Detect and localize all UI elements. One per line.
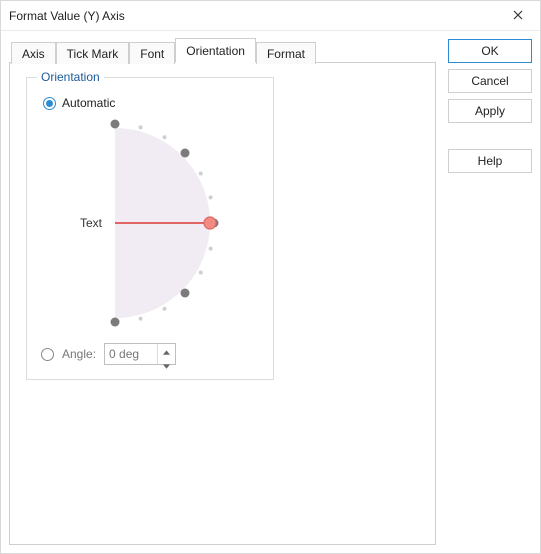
tab-orientation[interactable]: Orientation	[175, 38, 256, 63]
tab-label: Axis	[22, 47, 45, 61]
automatic-radio[interactable]	[43, 97, 56, 110]
button-column: OK Cancel Apply Help	[436, 39, 532, 545]
tab-label: Font	[140, 47, 164, 61]
button-label: Help	[478, 154, 503, 168]
angle-input[interactable]	[105, 344, 157, 364]
angle-dial[interactable]: Text	[55, 118, 245, 331]
cancel-button[interactable]: Cancel	[448, 69, 532, 93]
automatic-label: Automatic	[62, 96, 115, 110]
titlebar: Format Value (Y) Axis	[1, 1, 540, 31]
tab-label: Orientation	[186, 44, 245, 58]
window-title: Format Value (Y) Axis	[9, 9, 496, 23]
spinner-arrows	[157, 344, 175, 364]
chevron-up-icon	[163, 344, 170, 358]
left-pane: Axis Tick Mark Font Orientation Format O…	[9, 39, 436, 545]
close-icon	[513, 9, 523, 23]
svg-text:Text: Text	[80, 216, 103, 230]
angle-radio[interactable]	[41, 348, 54, 361]
tab-container: Axis Tick Mark Font Orientation Format O…	[9, 39, 436, 545]
automatic-radio-row: Automatic	[43, 96, 257, 110]
dialog-body: Axis Tick Mark Font Orientation Format O…	[1, 31, 540, 553]
angle-spinner[interactable]	[104, 343, 176, 365]
angle-radio-row: Angle:	[41, 343, 259, 365]
orientation-group: Orientation Automatic Text	[26, 77, 274, 380]
tab-panel-orientation: Orientation Automatic Text	[9, 62, 436, 545]
angle-label: Angle:	[62, 347, 96, 361]
tab-axis[interactable]: Axis	[11, 42, 56, 64]
spacer	[448, 129, 532, 143]
tab-font[interactable]: Font	[129, 42, 175, 64]
spinner-down[interactable]	[158, 358, 175, 372]
button-label: OK	[481, 44, 498, 58]
tab-strip: Axis Tick Mark Font Orientation Format	[9, 39, 436, 63]
dialog-window: Format Value (Y) Axis Axis Tick Mark Fon…	[0, 0, 541, 554]
chevron-down-icon	[163, 358, 170, 372]
tab-format[interactable]: Format	[256, 42, 316, 64]
spinner-up[interactable]	[158, 344, 175, 358]
close-button[interactable]	[496, 1, 540, 31]
apply-button[interactable]: Apply	[448, 99, 532, 123]
group-label: Orientation	[37, 70, 104, 84]
help-button[interactable]: Help	[448, 149, 532, 173]
radio-dot-icon	[46, 100, 53, 107]
tab-tick-mark[interactable]: Tick Mark	[56, 42, 130, 64]
tab-label: Tick Mark	[67, 47, 119, 61]
ok-button[interactable]: OK	[448, 39, 532, 63]
tab-label: Format	[267, 47, 305, 61]
button-label: Cancel	[471, 74, 508, 88]
button-label: Apply	[475, 104, 505, 118]
dial-svg: Text	[55, 118, 245, 328]
